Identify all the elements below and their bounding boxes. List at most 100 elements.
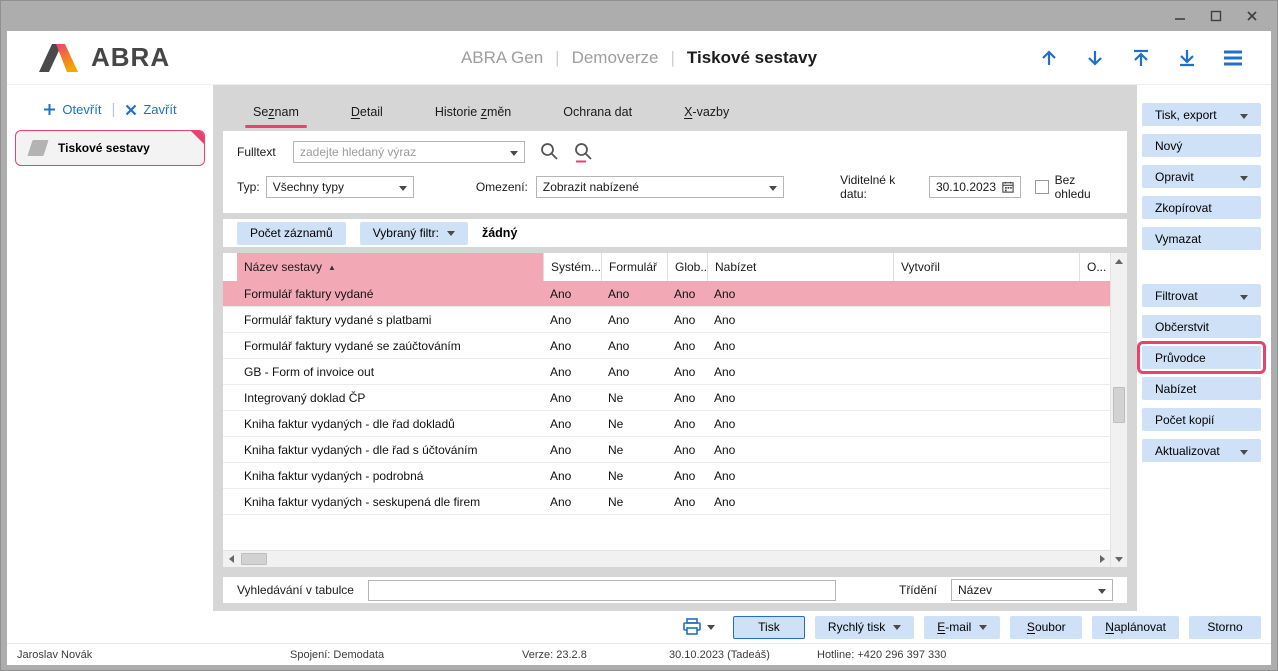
table-row[interactable]: Kniha faktur vydaných - dle řad dokladůA…	[223, 411, 1110, 437]
horizontal-scroll-thumb[interactable]	[241, 553, 267, 565]
calendar-icon[interactable]	[1002, 180, 1014, 194]
table-row[interactable]: GB - Form of invoice outAnoAnoAnoAno	[223, 359, 1110, 385]
soubor-button[interactable]: Soubor	[1010, 616, 1082, 639]
search-fulltext-icon[interactable]	[573, 141, 593, 163]
table-row[interactable]: Kniha faktur vydaných - dle řad s účtová…	[223, 437, 1110, 463]
vertical-scrollbar[interactable]	[1110, 253, 1127, 567]
visible-date-field[interactable]: 30.10.2023	[929, 176, 1021, 198]
tab-seznam[interactable]: Seznam	[253, 105, 299, 119]
close-button-label: Zavřít	[143, 102, 176, 117]
filter-panel: Fulltext zadejte hledaný výraz Typ:	[223, 131, 1127, 213]
column-header-o[interactable]: O...	[1079, 253, 1110, 281]
arrow-to-top-icon[interactable]	[1129, 46, 1153, 70]
column-header-formul[interactable]: Formulář	[601, 253, 667, 281]
open-button-label: Otevřít	[62, 102, 101, 117]
cell	[1079, 307, 1110, 332]
close-icon[interactable]	[1239, 6, 1265, 26]
table-row[interactable]: Kniha faktur vydaných - podrobnáAnoNeAno…	[223, 463, 1110, 489]
column-header-syst-m[interactable]: Systém...	[543, 253, 601, 281]
search-icon[interactable]	[539, 141, 559, 161]
zkop-rovat-button[interactable]: Zkopírovat	[1142, 196, 1261, 219]
arrow-up-icon[interactable]	[1037, 46, 1061, 70]
tab-detail[interactable]: Detail	[351, 105, 383, 119]
tisk-button[interactable]: Tisk	[733, 616, 805, 639]
cell	[893, 359, 1079, 384]
cell: Ano	[667, 359, 707, 384]
column-header-glob[interactable]: Glob...	[667, 253, 707, 281]
table-row[interactable]: Kniha faktur vydaných - seskupená dle fi…	[223, 489, 1110, 515]
status-bar: Jaroslav Novák Spojení: Demodata Verze: …	[7, 643, 1271, 665]
table-row[interactable]: Formulář faktury vydané s platbamiAnoAno…	[223, 307, 1110, 333]
tisk-export-button[interactable]: Tisk, export	[1142, 103, 1261, 126]
sort-dropdown[interactable]: Název	[951, 579, 1113, 601]
nov-button[interactable]: Nový	[1142, 134, 1261, 157]
column-header-nab-zet[interactable]: Nabízet	[707, 253, 893, 281]
vymazat-button[interactable]: Vymazat	[1142, 227, 1261, 250]
cell	[1079, 489, 1110, 514]
tab-ochrana-dat[interactable]: Ochrana dat	[563, 105, 632, 119]
open-button[interactable]: Otevřít	[43, 102, 101, 117]
storno-button[interactable]: Storno	[1189, 616, 1261, 639]
minimize-icon[interactable]	[1167, 6, 1193, 26]
table-row[interactable]: Formulář faktury vydanéAnoAnoAnoAno	[223, 281, 1110, 307]
ob-erstvit-button[interactable]: Občerstvit	[1142, 315, 1261, 338]
table-row[interactable]: Integrovaný doklad ČPAnoNeAnoAno	[223, 385, 1110, 411]
scroll-down-icon[interactable]	[1111, 551, 1127, 567]
cell: Ne	[601, 385, 667, 410]
cell: Ano	[601, 359, 667, 384]
tab-x-vazby[interactable]: X-vazby	[684, 105, 729, 119]
window-titlebar	[1, 1, 1277, 31]
filtrovat-button[interactable]: Filtrovat	[1142, 284, 1261, 307]
nab-zet-button[interactable]: Nabízet	[1142, 377, 1261, 400]
selected-filter-button[interactable]: Vybraný filtr:	[360, 222, 468, 245]
fulltext-placeholder: zadejte hledaný výraz	[300, 145, 416, 159]
horizontal-scrollbar[interactable]	[223, 550, 1110, 567]
close-task-button[interactable]: Zavřít	[125, 102, 176, 117]
cell: Ano	[707, 281, 893, 306]
row-indicator-cell	[223, 385, 237, 410]
column-header-vytvo-il[interactable]: Vytvořil	[893, 253, 1079, 281]
fulltext-combobox[interactable]: zadejte hledaný výraz	[293, 141, 525, 163]
scroll-left-icon[interactable]	[223, 551, 239, 567]
task-tab-tiskove-sestavy[interactable]: Tiskové sestavy	[15, 130, 205, 166]
tab-historie-zm-n[interactable]: Historie změn	[435, 105, 511, 119]
abra-logo-text: ABRA	[91, 42, 170, 73]
hamburger-menu-icon[interactable]	[1221, 46, 1245, 70]
column-header-n-zev-sestavy[interactable]: Název sestavy▲	[237, 253, 543, 281]
pr-vodce-button[interactable]: Průvodce	[1142, 346, 1261, 369]
omezeni-dropdown[interactable]: Zobrazit nabízené	[536, 176, 784, 198]
cell: Ano	[707, 333, 893, 358]
omezeni-value: Zobrazit nabízené	[543, 180, 639, 194]
printer-menu-button[interactable]	[682, 618, 715, 636]
arrow-to-bottom-icon[interactable]	[1175, 46, 1199, 70]
e-mail-button[interactable]: E-mail	[924, 616, 1000, 639]
rychl-tisk-button[interactable]: Rychlý tisk	[815, 616, 914, 639]
table-search-input[interactable]	[368, 580, 836, 601]
cell: Ano	[543, 437, 601, 462]
po-et-kopi-button[interactable]: Počet kopií	[1142, 408, 1261, 431]
record-count-button[interactable]: Počet záznamů	[237, 222, 346, 245]
status-version: Verze: 23.2.8	[512, 649, 659, 661]
status-hotline: Hotline: +420 296 397 330	[807, 649, 946, 661]
arrow-down-icon[interactable]	[1083, 46, 1107, 70]
app-surface: ABRA ABRA Gen|Demoverze|Tiskové sestavy	[7, 31, 1271, 665]
cell: Kniha faktur vydaných - podrobná	[237, 463, 543, 488]
cell: Ne	[601, 437, 667, 462]
maximize-icon[interactable]	[1203, 6, 1229, 26]
cell: Ano	[707, 489, 893, 514]
status-date: 30.10.2023 (Tadeáš)	[659, 649, 807, 661]
aktualizovat-button[interactable]: Aktualizovat	[1142, 439, 1261, 462]
bez-ohledu-label: Bez ohledu	[1055, 173, 1113, 201]
scroll-up-icon[interactable]	[1111, 253, 1127, 269]
napl-novat-button[interactable]: Naplánovat	[1092, 616, 1179, 639]
sort-label: Třídění	[899, 583, 937, 597]
status-connection: Spojení: Demodata	[280, 649, 512, 661]
opravit-button[interactable]: Opravit	[1142, 165, 1261, 188]
button-label: Tisk	[758, 620, 780, 634]
table-row[interactable]: Formulář faktury vydané se zaúčtovánímAn…	[223, 333, 1110, 359]
vertical-scroll-thumb[interactable]	[1113, 387, 1125, 423]
scroll-right-icon[interactable]	[1094, 551, 1110, 567]
row-indicator-cell	[223, 333, 237, 358]
bez-ohledu-checkbox[interactable]	[1035, 180, 1049, 194]
typ-dropdown[interactable]: Všechny typy	[266, 176, 414, 198]
